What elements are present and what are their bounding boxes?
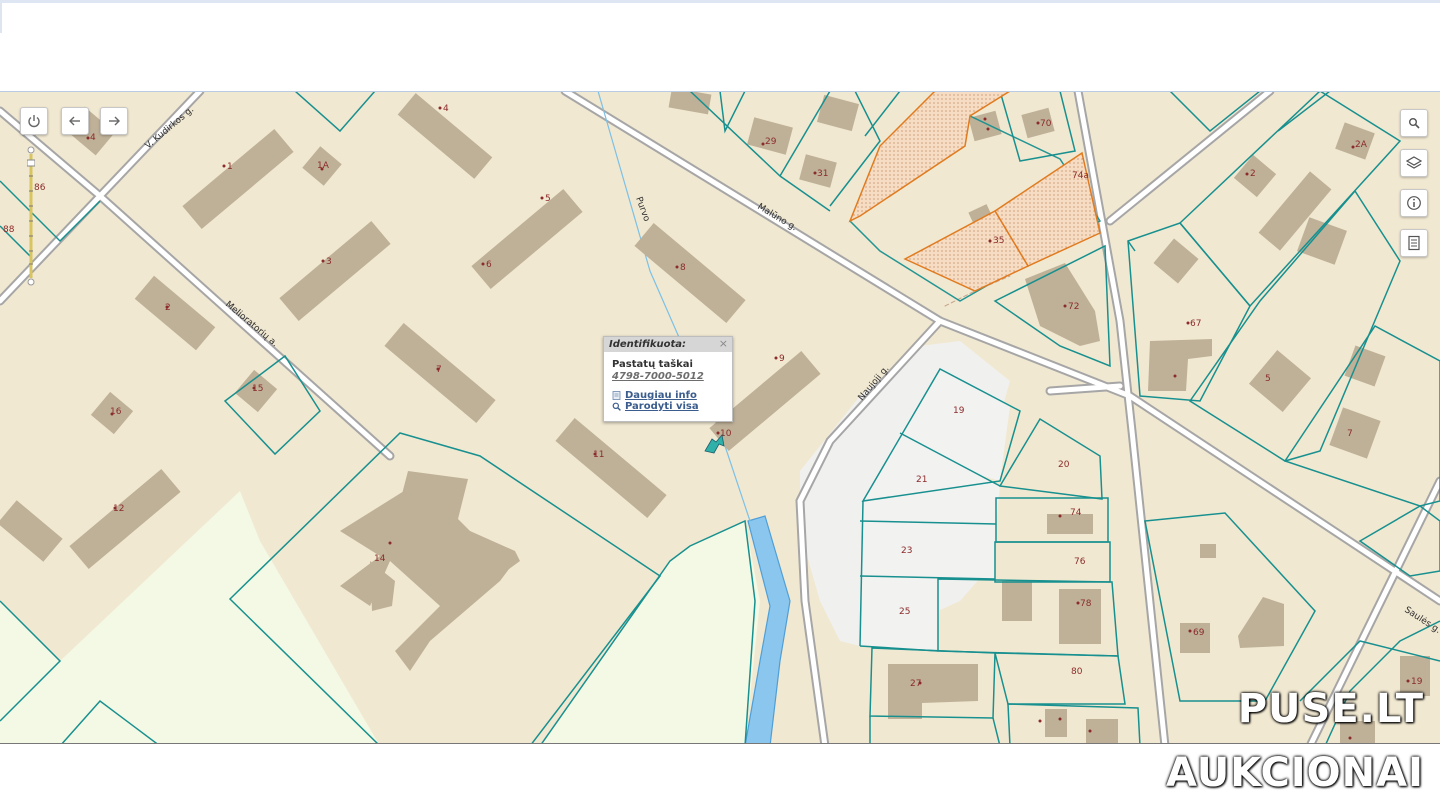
document-button[interactable] <box>1400 229 1428 257</box>
house-number: 2 <box>1250 169 1256 179</box>
house-number: 35 <box>993 236 1004 246</box>
house-number: 7 <box>1347 429 1353 439</box>
identify-marker[interactable] <box>704 434 725 454</box>
house-number: 69 <box>1193 628 1205 638</box>
house-number: 31 <box>817 169 828 179</box>
house-number: 72 <box>1068 302 1079 312</box>
house-number: 21 <box>916 475 927 485</box>
house-number: 6 <box>486 260 492 270</box>
house-number: 1 <box>227 162 233 172</box>
street-label: Saulės g. <box>1402 605 1440 636</box>
street-label: V. Kudirkos g. <box>144 105 197 151</box>
popup-code-link[interactable]: 4798-7000-5012 <box>612 371 732 382</box>
house-number: 74a <box>1072 171 1089 181</box>
popup-header: Identifikuota: <box>604 337 732 352</box>
house-number: 5 <box>545 194 551 204</box>
house-number: 19 <box>953 406 965 416</box>
house-number: 20 <box>1058 460 1070 470</box>
green-area-left <box>0 491 379 743</box>
map-viewport[interactable]: 4 1 1A 5 3 6 8 2 7 9 15 16 11 10 12 14 2… <box>0 91 1440 744</box>
arrow-right-icon <box>109 116 120 126</box>
paved-lot-23 <box>860 521 996 579</box>
popup-close-button[interactable]: × <box>719 337 728 350</box>
house-number: 9 <box>779 354 785 364</box>
house-number: 80 <box>1071 667 1083 677</box>
house-number: 16 <box>110 407 122 417</box>
layers-button[interactable] <box>1400 149 1428 177</box>
house-number: 88 <box>3 225 15 235</box>
popup-title: Pastatų taškai <box>612 359 693 370</box>
paved-areas <box>800 341 1010 651</box>
power-button[interactable] <box>20 107 48 135</box>
forward-button[interactable] <box>100 107 128 135</box>
arrow-left-icon <box>69 116 80 126</box>
show-all-label: Parodyti visa <box>625 401 699 412</box>
magnifier-small-icon <box>612 402 621 411</box>
house-number: 78 <box>1080 599 1092 609</box>
show-all-link[interactable]: Parodyti visa <box>612 401 732 412</box>
more-info-link[interactable]: Daugiau info <box>612 390 732 401</box>
zoom-slider[interactable] <box>27 146 35 286</box>
more-info-label: Daugiau info <box>625 390 697 401</box>
top-border <box>0 0 1440 3</box>
info-button[interactable] <box>1400 189 1428 217</box>
house-number: 14 <box>374 554 386 564</box>
left-border <box>0 3 2 33</box>
power-icon <box>28 115 40 128</box>
back-button[interactable] <box>61 107 89 135</box>
house-number: 67 <box>1190 319 1201 329</box>
layers-icon <box>1406 156 1422 169</box>
house-number: 4 <box>443 104 449 114</box>
watermark-line-2: AUKCIONAI <box>1166 750 1424 796</box>
street-label: Malūno g. <box>755 202 798 233</box>
house-number: 2A <box>1355 140 1368 150</box>
identify-popup: Identifikuota: × Pastatų taškai 4798-700… <box>603 336 733 422</box>
house-number: 8 <box>680 263 686 273</box>
house-number: 76 <box>1074 557 1086 567</box>
document-small-icon <box>612 391 621 400</box>
street-label: Melioratorių a. <box>223 300 279 350</box>
house-number: 29 <box>765 137 777 147</box>
house-number: 3 <box>326 257 332 267</box>
info-icon <box>1407 196 1421 210</box>
house-number: 23 <box>901 546 912 556</box>
house-number: 25 <box>899 607 910 617</box>
parcel-highlight-1 <box>848 92 1010 223</box>
search-icon <box>1409 118 1420 129</box>
house-number: 86 <box>34 183 46 193</box>
watermark-line-1: PUSE.LT <box>1237 686 1424 732</box>
house-number: 5 <box>1265 374 1271 384</box>
house-number: 74 <box>1070 508 1082 518</box>
search-button[interactable] <box>1400 109 1428 137</box>
house-number: 70 <box>1040 119 1052 129</box>
document-icon <box>1408 235 1420 251</box>
street-label: Purvo <box>633 196 651 224</box>
green-area-middle <box>542 521 760 743</box>
house-number: 4 <box>90 133 96 143</box>
